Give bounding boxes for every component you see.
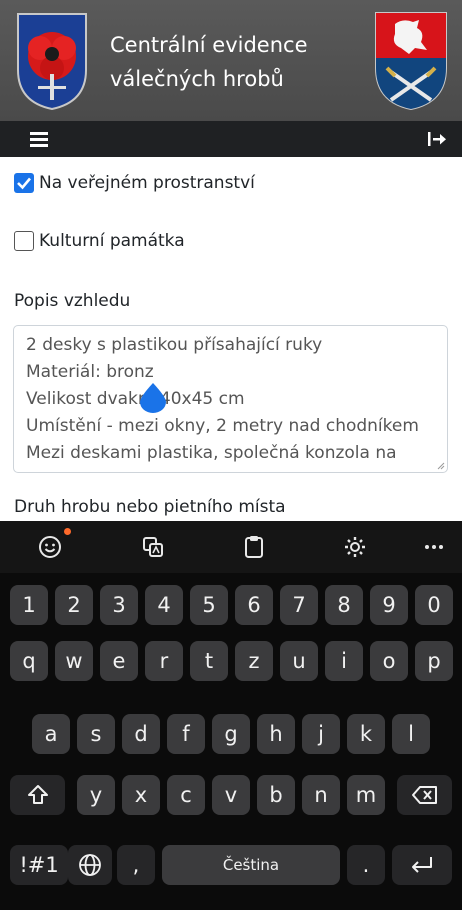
- key-6[interactable]: 6: [235, 585, 273, 625]
- backspace-icon: [411, 786, 437, 804]
- key-h[interactable]: h: [257, 714, 295, 754]
- app-title-line1: Centrální evidence: [110, 33, 308, 57]
- screen: Centrální evidence válečných hrobů Na ve…: [0, 0, 462, 910]
- hamburger-icon[interactable]: [28, 130, 50, 148]
- top-toolbar: [0, 121, 462, 157]
- clipboard-icon[interactable]: [241, 534, 267, 560]
- space-key[interactable]: Čeština: [162, 845, 340, 885]
- key-e[interactable]: e: [100, 641, 138, 681]
- checkmark-icon: [17, 177, 31, 190]
- poppy-shield-emblem: [17, 13, 87, 111]
- key-8[interactable]: 8: [325, 585, 363, 625]
- key-d[interactable]: d: [122, 714, 160, 754]
- key-t[interactable]: t: [190, 641, 228, 681]
- key-x[interactable]: x: [122, 775, 160, 815]
- key-9[interactable]: 9: [370, 585, 408, 625]
- key-5[interactable]: 5: [190, 585, 228, 625]
- key-l[interactable]: l: [392, 714, 430, 754]
- cultural-monument-label: Kulturní památka: [39, 231, 185, 251]
- key-b[interactable]: b: [257, 775, 295, 815]
- backspace-key[interactable]: [397, 775, 452, 815]
- key-0[interactable]: 0: [415, 585, 453, 625]
- key-w[interactable]: w: [55, 641, 93, 681]
- enter-icon: [412, 857, 432, 873]
- notification-dot: [64, 528, 71, 535]
- key-v[interactable]: v: [212, 775, 250, 815]
- app-header: Centrální evidence válečných hrobů: [0, 0, 462, 121]
- key-r[interactable]: r: [145, 641, 183, 681]
- period-key[interactable]: .: [347, 845, 385, 885]
- key-k[interactable]: k: [347, 714, 385, 754]
- public-space-label: Na veřejném prostranství: [39, 173, 255, 193]
- description-fragment: Velikost dvakr: [26, 389, 145, 409]
- virtual-keyboard: 1 2 3 4 5 6 7 8 9 0 q w e r t z u i o p …: [0, 521, 462, 910]
- key-n[interactable]: n: [302, 775, 340, 815]
- shift-icon: [27, 785, 48, 804]
- logout-icon[interactable]: [426, 130, 448, 148]
- key-y[interactable]: y: [77, 775, 115, 815]
- lion-swords-coat-of-arms: [375, 12, 447, 111]
- shift-key[interactable]: [10, 775, 65, 815]
- key-i[interactable]: i: [325, 641, 363, 681]
- app-title-line2: válečných hrobů: [110, 67, 284, 91]
- symbols-key[interactable]: !#1: [10, 845, 68, 885]
- app-title: Centrální evidence válečných hrobů: [110, 28, 360, 96]
- description-line: Velikost dvakr 40x45 cm: [26, 386, 435, 413]
- description-line: Mezi deskami plastika, společná konzola …: [26, 443, 397, 463]
- key-1[interactable]: 1: [10, 585, 48, 625]
- language-key[interactable]: [68, 845, 112, 885]
- comma-key[interactable]: ,: [117, 845, 155, 885]
- key-c[interactable]: c: [167, 775, 205, 815]
- key-4[interactable]: 4: [145, 585, 183, 625]
- more-icon[interactable]: [421, 534, 447, 560]
- key-p[interactable]: p: [415, 641, 453, 681]
- grave-type-label: Druh hrobu nebo pietního místa: [14, 497, 286, 517]
- key-2[interactable]: 2: [55, 585, 93, 625]
- emoji-icon[interactable]: [37, 534, 63, 560]
- public-space-checkbox[interactable]: [14, 173, 34, 193]
- settings-icon[interactable]: [342, 534, 368, 560]
- key-u[interactable]: u: [280, 641, 318, 681]
- resize-grip-icon[interactable]: [437, 462, 445, 470]
- globe-icon: [79, 854, 101, 876]
- description-fragment: 40x45 cm: [159, 389, 245, 409]
- key-z[interactable]: z: [235, 641, 273, 681]
- description-textarea[interactable]: 2 desky s plastikou přísahající ruky Mat…: [13, 325, 448, 473]
- description-line: Materiál: bronz: [26, 362, 154, 382]
- key-3[interactable]: 3: [100, 585, 138, 625]
- key-f[interactable]: f: [167, 714, 205, 754]
- clipboard-translate-icon[interactable]: [140, 534, 166, 560]
- key-q[interactable]: q: [10, 641, 48, 681]
- key-o[interactable]: o: [370, 641, 408, 681]
- description-label: Popis vzhledu: [14, 291, 131, 311]
- public-space-row[interactable]: Na veřejném prostranství: [14, 173, 255, 193]
- text-cursor-handle-icon[interactable]: [140, 383, 166, 413]
- cultural-monument-row[interactable]: Kulturní památka: [14, 231, 185, 251]
- key-a[interactable]: a: [32, 714, 70, 754]
- description-line: 2 desky s plastikou přísahající ruky: [26, 335, 323, 355]
- form-area: Na veřejném prostranství Kulturní památk…: [0, 157, 462, 521]
- description-line: Umístění - mezi okny, 2 metry nad chodní…: [26, 416, 419, 436]
- key-g[interactable]: g: [212, 714, 250, 754]
- enter-key[interactable]: [392, 845, 452, 885]
- key-7[interactable]: 7: [280, 585, 318, 625]
- key-j[interactable]: j: [302, 714, 340, 754]
- cultural-monument-checkbox[interactable]: [14, 231, 34, 251]
- key-s[interactable]: s: [77, 714, 115, 754]
- keyboard-toolbar: [0, 521, 462, 573]
- key-m[interactable]: m: [347, 775, 385, 815]
